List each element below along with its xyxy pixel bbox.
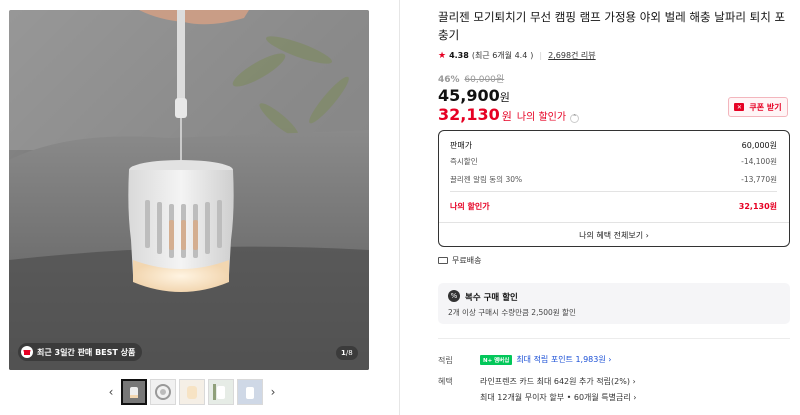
thumbnail-3[interactable] [179, 379, 205, 405]
rating-score: 4.38 [449, 51, 469, 60]
price-row-value: -13,770원 [741, 175, 777, 184]
truck-icon [438, 257, 448, 264]
thumbnail-prev-arrow[interactable]: ‹ [104, 380, 118, 404]
multi-buy-title: 복수 구매 할인 [465, 293, 518, 303]
thumbnail-1[interactable] [121, 379, 147, 405]
my-discount-price: 32,130 원 나의 할인가 ˄ [438, 105, 580, 124]
multi-buy-desc: 2개 이상 구매시 수량만큼 2,500원 할인 [448, 308, 576, 317]
price-row-label: 판매가 [450, 141, 473, 150]
best-seller-badge: 최근 3일간 판매 BEST 상품 [18, 343, 143, 361]
coupon-button[interactable]: ✕ 쿠폰 받기 [728, 97, 788, 117]
product-gallery: 최근 3일간 판매 BEST 상품 1 /8 ‹ › [0, 0, 400, 415]
product-title: 끌리젠 모기퇴치기 무선 캠핑 램프 가정용 야외 벌레 해충 날파리 퇴치 포… [438, 10, 786, 42]
thumbnail-5[interactable] [237, 379, 263, 405]
rating-divider: | [539, 51, 543, 60]
chevron-up-icon[interactable]: ˄ [570, 113, 580, 123]
coupon-button-label: 쿠폰 받기 [749, 102, 782, 112]
product-main-image[interactable] [9, 10, 369, 370]
my-price-value: 32,130 [438, 105, 500, 124]
installment-benefit-link[interactable]: 최대 12개월 무이자 할부 • 60개월 특별금리 › [480, 392, 636, 403]
price-breakdown-box: 판매가 60,000원 즉시할인 -14,100원 끌리젠 알림 동의 30% … [438, 130, 790, 247]
gift-icon [21, 346, 33, 358]
max-points-text[interactable]: 최대 적립 포인트 1,983원 › [516, 354, 611, 365]
page-total: /8 [345, 349, 353, 357]
original-price: 60,000원 [464, 75, 505, 85]
shipping-row: 무료배송 [438, 255, 481, 266]
thumbnail-next-arrow[interactable]: › [266, 380, 280, 404]
view-all-benefits-link[interactable]: 나의 혜택 전체보기 › [439, 222, 789, 241]
my-discount-label: 나의 할인가 [450, 202, 490, 211]
my-discount-value: 32,130원 [738, 202, 777, 211]
rating-row: ★ 4.38 (최근 6개월 4.4) | 2,698건 리뷰 [438, 50, 596, 61]
my-price-unit: 원 [501, 110, 512, 123]
discount-row: 46% 60,000원 [438, 72, 504, 85]
best-seller-badge-text: 최근 3일간 판매 BEST 상품 [37, 347, 136, 357]
sale-price: 45,900원 [438, 86, 510, 105]
sale-price-unit: 원 [499, 91, 510, 104]
thumbnail-strip: ‹ › [104, 379, 280, 405]
benefit-label: 혜택 [438, 377, 453, 386]
multi-buy-discount-box: % 복수 구매 할인 2개 이상 구매시 수량만큼 2,500원 할인 [438, 283, 790, 324]
points-label: 적립 [438, 356, 453, 365]
price-row-value: -14,100원 [741, 157, 777, 166]
percent-icon: % [448, 290, 460, 302]
rating-recent: (최근 6개월 4.4 [471, 51, 528, 60]
price-row-my-discount: 나의 할인가 32,130원 [450, 201, 777, 212]
info-divider [438, 338, 790, 339]
price-box-divider [450, 191, 777, 192]
price-row-alert: 끌리젠 알림 동의 30% -13,770원 [450, 174, 777, 185]
price-row-label: 즉시할인 [450, 157, 478, 166]
star-icon: ★ [438, 50, 447, 61]
coupon-icon: ✕ [734, 103, 745, 111]
price-row-list: 판매가 60,000원 [450, 140, 777, 151]
shipping-label: 무료배송 [452, 256, 482, 265]
thumbnail-4[interactable] [208, 379, 234, 405]
sale-price-value: 45,900 [438, 86, 500, 105]
price-row-value: 60,000원 [741, 141, 777, 150]
npay-membership-badge: N+ 멤버십 [480, 354, 513, 365]
rating-recent-close: ) [530, 51, 534, 60]
discount-percent: 46% [438, 75, 460, 85]
image-page-indicator: 1 /8 [336, 346, 358, 360]
review-count-link[interactable]: 2,698건 리뷰 [548, 50, 596, 61]
price-row-instant: 즉시할인 -14,100원 [450, 156, 777, 167]
points-row[interactable]: N+ 멤버십 최대 적립 포인트 1,983원 › [480, 354, 611, 365]
price-row-label: 끌리젠 알림 동의 30% [450, 175, 523, 184]
card-benefit-link[interactable]: 라인프렌즈 카드 최대 642원 추가 적립(2%) › [480, 376, 636, 387]
thumbnail-2[interactable] [150, 379, 176, 405]
my-price-label: 나의 할인가 [516, 112, 567, 123]
